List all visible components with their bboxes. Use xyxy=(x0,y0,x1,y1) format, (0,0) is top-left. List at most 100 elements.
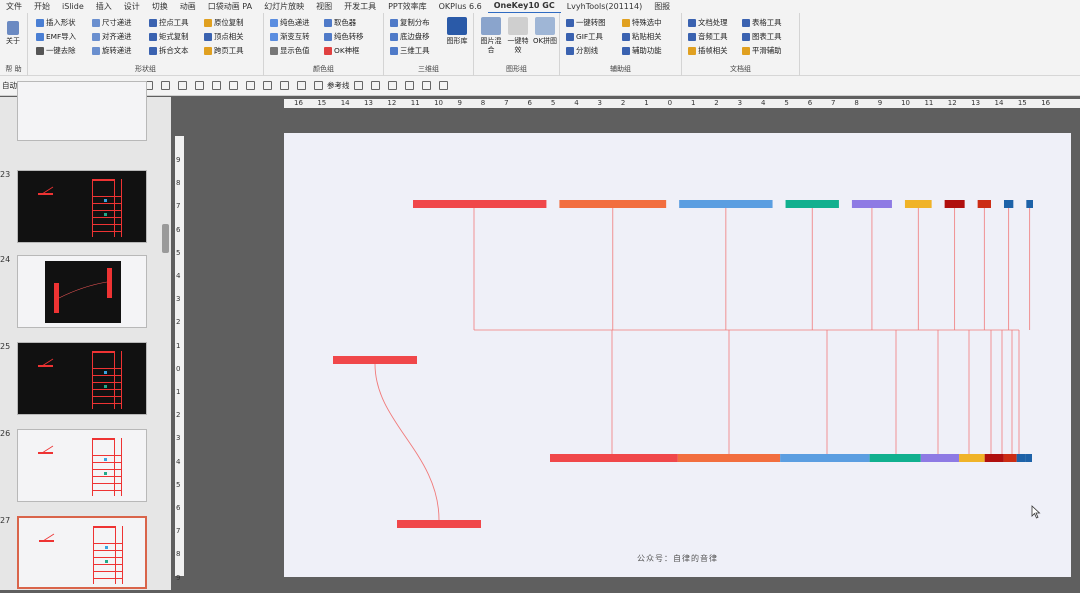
align-icon xyxy=(92,33,100,41)
menu-tab[interactable]: 幻灯片放映 xyxy=(258,0,310,13)
menu-tab[interactable]: 开始 xyxy=(28,0,56,13)
divider-button[interactable]: 分割线 xyxy=(566,45,598,57)
ok-frame-button[interactable]: OK神框 xyxy=(324,45,359,57)
menu-tab[interactable]: 开发工具 xyxy=(338,0,382,13)
ok-collage-button[interactable]: OK拼图 xyxy=(532,17,558,46)
top-segment-bar xyxy=(851,200,892,208)
solid-progress-button[interactable]: 纯色递进 xyxy=(270,17,310,29)
in-place-copy-button[interactable]: 原位复制 xyxy=(204,17,244,29)
slide-thumbnail[interactable] xyxy=(17,255,147,328)
bottom-stacked-segment xyxy=(780,454,870,462)
slide-thumbnail[interactable] xyxy=(17,516,147,589)
scrollbar-thumb[interactable] xyxy=(162,224,169,253)
split-text-button[interactable]: 拆合文本 xyxy=(149,45,189,57)
table-tool-button[interactable]: 表格工具 xyxy=(742,17,782,29)
menu-tab[interactable]: 图报 xyxy=(648,0,676,13)
menu-tab[interactable]: 插入 xyxy=(90,0,118,13)
image-blend-button[interactable]: 图片混合 xyxy=(478,17,504,55)
insert-shape-button[interactable]: 插入形状 xyxy=(36,17,76,29)
arrange-icon[interactable] xyxy=(178,81,187,90)
more-icon[interactable] xyxy=(438,81,448,90)
assist-function-button[interactable]: 辅助功能 xyxy=(622,45,662,57)
menu-tab[interactable]: 文件 xyxy=(0,0,28,13)
matrix-copy-button[interactable]: 矩式复制 xyxy=(149,31,189,43)
menu-tab[interactable]: 口袋动画 PA xyxy=(202,0,258,13)
copy-distribute-button[interactable]: 复制分布 xyxy=(390,17,430,29)
show-color-button[interactable]: 显示色值 xyxy=(270,45,310,57)
one-click-effect-button[interactable]: 一键特效 xyxy=(505,17,531,55)
menu-tab[interactable]: 切换 xyxy=(146,0,174,13)
vertex-button[interactable]: 顶点相关 xyxy=(204,31,244,43)
size-progress-button[interactable]: 尺寸递进 xyxy=(92,17,132,29)
menu-bar: 文件 开始 iSlide 插入 设计 切换 动画 口袋动画 PA 幻灯片放映 视图 开发工具 PPT效… xyxy=(0,0,1080,14)
menu-tab[interactable]: OneKey10 GC xyxy=(487,0,561,14)
bottom-stacked-segment xyxy=(677,454,781,462)
slide-thumbnail[interactable] xyxy=(17,429,147,502)
paste-button[interactable]: 粘贴相关 xyxy=(622,31,662,43)
menu-tab[interactable]: OKPlus 6.6 xyxy=(433,0,488,13)
handle-tool-button[interactable]: 控点工具 xyxy=(149,17,189,29)
rotate-progress-button[interactable]: 旋转递进 xyxy=(92,45,132,57)
outline-icon[interactable] xyxy=(229,81,238,90)
frame-icon xyxy=(324,47,332,55)
emf-import-button[interactable]: EMF导入 xyxy=(36,31,76,43)
audio-tool-button[interactable]: 音频工具 xyxy=(688,31,728,43)
menu-tab[interactable]: 视图 xyxy=(310,0,338,13)
small-bar-bottom xyxy=(397,520,481,528)
ruler-tick: 7 xyxy=(176,202,181,211)
frame-interp-button[interactable]: 插帧相关 xyxy=(688,45,728,57)
solid-transfer-button[interactable]: 纯色转移 xyxy=(324,31,364,43)
quick-access-toolbar: 自动保存 关 参考线 xyxy=(0,76,1080,96)
fill-icon[interactable] xyxy=(212,81,221,90)
ruler-tick: 4 xyxy=(574,99,579,107)
vertical-ruler: 9 8 7 6 5 4 3 2 1 0 1 2 3 4 5 6 7 8 9 xyxy=(172,111,186,590)
slide-thumbnail[interactable] xyxy=(17,170,147,243)
menu-tab[interactable]: iSlide xyxy=(56,0,90,13)
3d-tool-button[interactable]: 三维工具 xyxy=(390,45,430,57)
text-size-icon[interactable] xyxy=(421,81,431,90)
to-image-button[interactable]: 一键转图 xyxy=(566,17,606,29)
doc-process-button[interactable]: 文档处理 xyxy=(688,17,728,29)
gradient-swap-button[interactable]: 渐变互转 xyxy=(270,31,310,43)
small-bar-top xyxy=(333,356,417,364)
ruler-tick: 1 xyxy=(176,341,181,350)
slide-thumbnail[interactable] xyxy=(17,342,147,415)
distribute-icon[interactable] xyxy=(246,81,255,90)
line-icon[interactable] xyxy=(370,81,380,90)
ref-line-checkbox[interactable] xyxy=(314,81,323,90)
fill-color-icon[interactable] xyxy=(404,81,414,90)
eyedropper-icon xyxy=(324,19,332,27)
slide-canvas[interactable]: 公众号：自律的音律 xyxy=(284,133,1071,577)
ruler-tick: 3 xyxy=(737,99,743,107)
doc-icon xyxy=(688,19,696,27)
thumbnail-scrollbar[interactable] xyxy=(160,97,171,590)
lock-icon[interactable] xyxy=(263,81,272,90)
menu-tab[interactable]: 设计 xyxy=(118,0,146,13)
chart-tool-button[interactable]: 图表工具 xyxy=(742,31,782,43)
one-click-remove-button[interactable]: 一键去除 xyxy=(36,45,76,57)
about-button[interactable]: 关于 xyxy=(2,21,24,46)
library-icon xyxy=(447,17,467,35)
cross-page-button[interactable]: 跨页工具 xyxy=(204,45,244,57)
top-segment-bar xyxy=(977,200,991,208)
print-icon[interactable] xyxy=(297,81,306,90)
menu-tab[interactable]: 动画 xyxy=(174,0,202,13)
help-group-label: 帮 助 xyxy=(5,65,22,73)
grid-icon[interactable] xyxy=(280,81,289,90)
slide-thumbnail[interactable] xyxy=(17,81,147,141)
special-select-button[interactable]: 特殊选中 xyxy=(622,17,662,29)
font-color-icon[interactable] xyxy=(353,81,363,90)
menu-tab[interactable]: LvyhTools(201114) xyxy=(561,0,648,13)
select-icon xyxy=(622,19,630,27)
group-icon[interactable] xyxy=(161,81,170,90)
gif-tool-button[interactable]: GIF工具 xyxy=(566,31,603,43)
menu-tab[interactable]: PPT效率库 xyxy=(382,0,433,13)
shape-library-button[interactable]: 图形库 xyxy=(444,17,470,46)
border-icon[interactable] xyxy=(387,81,397,90)
align-progress-button[interactable]: 对齐递进 xyxy=(92,31,132,43)
smooth-assist-button[interactable]: 平滑辅助 xyxy=(742,45,782,57)
thumbnail-number: 24 xyxy=(0,255,11,264)
merge-shapes-icon[interactable] xyxy=(195,81,204,90)
bottom-move-button[interactable]: 底边盘移 xyxy=(390,31,430,43)
color-picker-button[interactable]: 取色器 xyxy=(324,17,356,29)
